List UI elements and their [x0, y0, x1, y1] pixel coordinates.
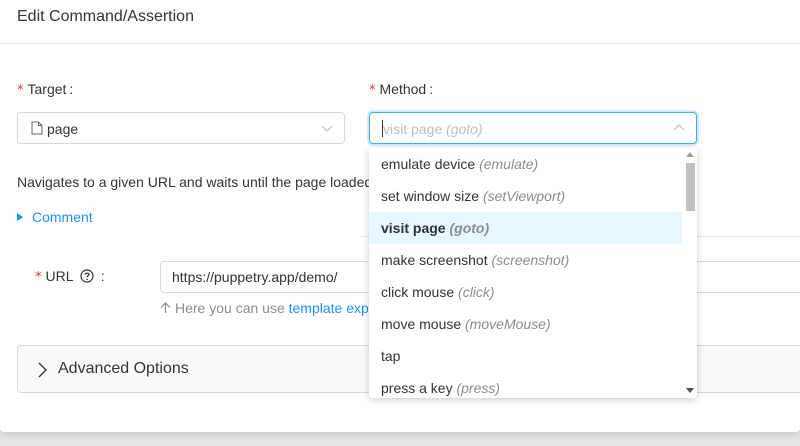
method-option[interactable]: click mouse (click) [369, 276, 682, 308]
label-colon: : [429, 81, 434, 97]
method-dropdown: emulate device (emulate) set window size … [369, 148, 697, 398]
advanced-options-title: Advanced Options [58, 360, 189, 377]
dropdown-scrollbar[interactable] [682, 148, 697, 398]
method-option-label: set window size [381, 188, 480, 204]
chevron-down-icon [321, 125, 333, 132]
method-option-command: (moveMouse) [465, 316, 551, 332]
method-option-command: (setViewport) [482, 188, 566, 204]
method-option-label: make screenshot [381, 252, 488, 268]
method-option-command: (goto) [449, 220, 490, 236]
method-option-label: tap [381, 348, 401, 364]
comment-toggle[interactable]: Comment [17, 209, 93, 225]
scrollbar-thumb[interactable] [686, 163, 695, 211]
caret-right-icon [17, 213, 23, 221]
required-mark: * [35, 270, 42, 285]
method-option-command: (press) [456, 380, 501, 396]
method-option-label: move mouse [381, 316, 462, 332]
target-select-value: page [47, 121, 79, 137]
template-expressions-link[interactable]: template exp [289, 300, 369, 316]
method-option[interactable]: tap [369, 340, 682, 372]
placeholder-sub: (goto) [446, 121, 483, 137]
method-option-label: click mouse [381, 284, 455, 300]
comment-label: Comment [32, 209, 93, 225]
method-option-label: visit page [381, 220, 446, 236]
placeholder-main: visit page [383, 121, 443, 137]
method-option[interactable]: set window size (setViewport) [369, 180, 682, 212]
modal-title: Edit Command/Assertion [17, 8, 194, 25]
method-label: * Method: [369, 81, 433, 98]
target-select[interactable]: page [17, 112, 345, 144]
method-option[interactable]: press a key (press) [369, 372, 682, 398]
method-description: Navigates to a given URL and waits until… [17, 174, 373, 190]
method-select-placeholder: visit page (goto) [383, 121, 483, 137]
modal-header: Edit Command/Assertion [0, 0, 800, 44]
method-option-command: (emulate) [479, 156, 539, 172]
label-colon: : [69, 81, 74, 97]
url-hint-text: Here you can use [175, 300, 285, 316]
method-option-command: (screenshot) [491, 252, 570, 268]
arrow-up-icon [160, 302, 171, 313]
target-label-text: Target [27, 81, 67, 97]
method-option[interactable]: visit page (goto) [369, 212, 682, 244]
label-colon: : [100, 268, 105, 284]
method-option[interactable]: move mouse (moveMouse) [369, 308, 682, 340]
url-hint: Here you can use template exp [160, 300, 369, 316]
method-label-text: Method [379, 81, 427, 97]
method-option-label: press a key [381, 380, 453, 396]
method-select[interactable]: visit page (goto) [369, 112, 697, 144]
chevron-up-icon [673, 124, 685, 131]
scroll-up-arrow-icon[interactable] [686, 151, 694, 157]
file-icon [31, 121, 43, 135]
scroll-down-arrow-icon[interactable] [686, 388, 694, 394]
target-label: * Target: [17, 81, 73, 98]
method-option[interactable]: emulate device (emulate) [369, 148, 682, 180]
method-option-command: (click) [458, 284, 495, 300]
method-option[interactable]: make screenshot (screenshot) [369, 244, 682, 276]
method-option-label: emulate device [381, 156, 476, 172]
url-label: * URL : [35, 268, 105, 285]
required-mark: * [17, 83, 24, 98]
required-mark: * [369, 83, 376, 98]
chevron-right-icon [38, 362, 47, 378]
url-label-text: URL [45, 268, 74, 284]
question-circle-icon[interactable] [80, 269, 94, 283]
